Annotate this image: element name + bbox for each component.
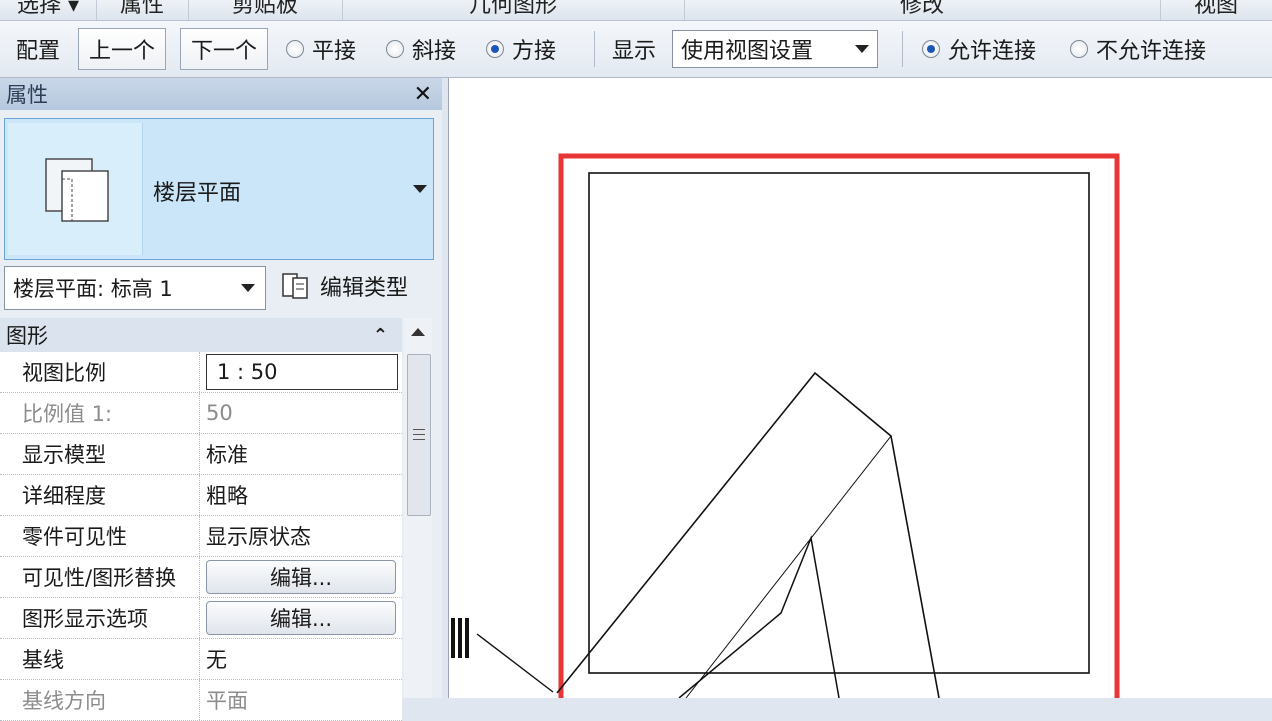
options-bar: 配置 上一个 下一个 平接 斜接 方接 显示 使用视图设置 允许连接 不允许连接 [0, 21, 1272, 78]
section-label: 图形 [6, 324, 48, 348]
property-key: 比例值 1: [0, 393, 200, 433]
ribbon-group-properties: 属性 [96, 0, 189, 20]
ribbon-group-modify: 修改 [684, 0, 1161, 20]
chevron-down-icon [413, 185, 427, 193]
section-header-graphics[interactable]: 图形 ⌃ [0, 318, 402, 352]
edit-graphic-display-button[interactable]: 编辑... [206, 601, 396, 635]
radio-icon [1070, 40, 1088, 58]
property-row-detail-level[interactable]: 详细程度 粗略 [0, 475, 402, 516]
grip-icon [413, 429, 425, 435]
level-marker-icon [451, 618, 469, 658]
ribbon-tab-select[interactable]: 选择 ▾ [0, 0, 97, 20]
ribbon-group-clipboard: 剪贴板 [188, 0, 343, 20]
leader-line [476, 633, 554, 693]
next-button[interactable]: 下一个 [180, 28, 269, 70]
property-key: 基线方向 [0, 680, 200, 720]
property-key: 零件可见性 [0, 516, 200, 556]
property-key: 详细程度 [0, 475, 200, 515]
properties-palette: 属性 ✕ 楼层平面 楼层平面: 标高 1 编辑类型 图形 ⌃ 视图比例 1: … [0, 78, 442, 721]
join-square-label: 方接 [512, 39, 557, 64]
property-value[interactable]: 显示原状态 [200, 516, 402, 556]
property-key: 图形显示选项 [0, 598, 200, 638]
join-butt-label: 平接 [312, 39, 357, 64]
ribbon-group-geometry: 几何图形 [342, 0, 685, 20]
property-value[interactable]: 平面 [200, 680, 402, 720]
edit-visibility-button[interactable]: 编辑... [206, 560, 396, 594]
property-value[interactable]: 无 [200, 639, 402, 679]
display-dropdown-value: 使用视图设置 [681, 39, 814, 64]
display-dropdown[interactable]: 使用视图设置 [672, 30, 878, 68]
selection-highlight-box [558, 153, 1120, 709]
join-miter-radio[interactable]: 斜接 [386, 21, 456, 77]
property-key: 可见性/图形替换 [0, 557, 200, 597]
sketch-lines[interactable] [556, 371, 940, 699]
chevron-down-icon [241, 284, 255, 292]
properties-scrollbar[interactable] [404, 318, 432, 698]
properties-title: 属性 [6, 83, 48, 107]
instance-filter-row: 楼层平面: 标高 1 编辑类型 [2, 264, 440, 314]
edit-type-button[interactable]: 编辑类型 [280, 270, 408, 302]
edit-type-icon [282, 273, 308, 299]
join-square-radio[interactable]: 方接 [486, 21, 556, 77]
view-canvas[interactable] [448, 78, 1272, 709]
instance-filter-value: 楼层平面: 标高 1 [13, 277, 173, 301]
collapse-icon[interactable]: ⌃ [373, 325, 388, 346]
close-icon[interactable]: ✕ [414, 82, 432, 107]
property-key: 基线 [0, 639, 200, 679]
property-row-display-model[interactable]: 显示模型 标准 [0, 434, 402, 475]
radio-icon [386, 40, 404, 58]
properties-header: 属性 ✕ [0, 78, 442, 110]
property-key: 显示模型 [0, 434, 200, 474]
property-value[interactable]: 标准 [200, 434, 402, 474]
property-value[interactable]: 粗略 [200, 475, 402, 515]
type-name: 楼层平面 [153, 181, 242, 206]
property-value: 50 [206, 401, 233, 425]
join-butt-radio[interactable]: 平接 [286, 21, 356, 77]
radio-selected-icon [486, 40, 504, 58]
scroll-up-icon[interactable] [411, 328, 425, 336]
property-key: 视图比例 [0, 352, 200, 392]
disallow-connect-radio[interactable]: 不允许连接 [1070, 21, 1206, 77]
allow-connect-label: 允许连接 [948, 39, 1037, 64]
chevron-down-icon [855, 45, 869, 53]
instance-filter-dropdown[interactable]: 楼层平面: 标高 1 [4, 266, 266, 310]
separator [594, 31, 595, 67]
ribbon-group-titles: 选择 ▾ 属性 剪贴板 几何图形 修改 视图 [0, 0, 1272, 21]
join-miter-label: 斜接 [412, 39, 457, 64]
property-row-scale-value: 比例值 1: 50 [0, 393, 402, 434]
wall-boundary[interactable] [588, 172, 1090, 674]
scroll-thumb[interactable] [407, 354, 431, 516]
disallow-connect-label: 不允许连接 [1096, 39, 1207, 64]
property-row-underlay[interactable]: 基线 无 [0, 639, 402, 680]
view-scale-input[interactable]: 1 : 50 [206, 354, 398, 390]
property-row-visibility-overrides: 可见性/图形替换 编辑... [0, 557, 402, 598]
previous-button[interactable]: 上一个 [78, 28, 167, 70]
property-row-underlay-orientation[interactable]: 基线方向 平面 [0, 680, 402, 721]
property-row-graphic-display: 图形显示选项 编辑... [0, 598, 402, 639]
allow-connect-radio[interactable]: 允许连接 [922, 21, 1036, 77]
properties-grid: 图形 ⌃ 视图比例 1 : 50 比例值 1: 50 显示模型 标准 详细程度 … [0, 318, 402, 721]
property-row-view-scale: 视图比例 1 : 50 [0, 352, 402, 393]
radio-selected-icon [922, 40, 940, 58]
separator [902, 31, 903, 67]
type-selector[interactable]: 楼层平面 [4, 118, 434, 260]
property-row-parts-visibility[interactable]: 零件可见性 显示原状态 [0, 516, 402, 557]
radio-icon [286, 40, 304, 58]
ribbon-group-view: 视图 [1193, 0, 1238, 18]
display-label: 显示 [612, 39, 657, 64]
config-label: 配置 [16, 39, 61, 64]
floor-plan-drawing[interactable] [449, 78, 1272, 709]
edit-type-label: 编辑类型 [320, 276, 409, 301]
floor-plan-type-icon [8, 123, 143, 255]
